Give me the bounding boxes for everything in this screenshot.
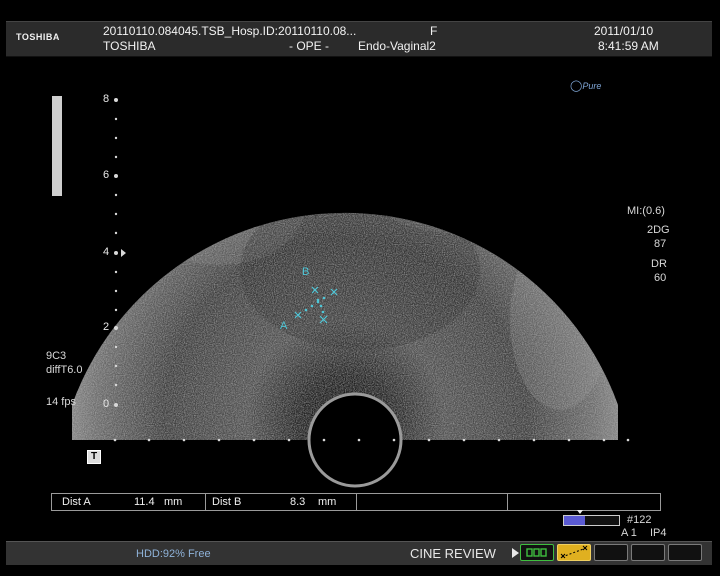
dynamic-range-label: DR xyxy=(651,258,667,270)
focus-marker xyxy=(121,249,126,257)
transducer-marker-icon: T xyxy=(87,450,101,464)
dist-a-cell: Dist A 11.4 mm xyxy=(52,494,206,510)
play-icon[interactable] xyxy=(512,548,519,558)
depth-label-2: 2 xyxy=(103,321,110,333)
dist-b-label: Dist B xyxy=(212,496,242,508)
status-bar: HDD:92% Free CINE REVIEW xyxy=(6,541,712,565)
cine-frame-number: #122 xyxy=(627,514,652,526)
function-button-2[interactable] xyxy=(631,544,665,561)
frames-icon xyxy=(526,548,547,557)
depth-label-4: 4 xyxy=(103,246,110,258)
dist-b-unit: mm xyxy=(318,496,337,508)
cine-a-label: A 1 xyxy=(621,527,637,539)
measurement-empty-cell xyxy=(508,494,659,510)
preset-name: diffT6.0 xyxy=(46,364,83,376)
cine-loop-button[interactable] xyxy=(520,544,554,561)
cine-position-marker-icon xyxy=(577,510,583,514)
gain-value: 87 xyxy=(654,238,667,250)
frame-rate: 14 fps xyxy=(46,396,76,408)
dist-b-cell: Dist B 8.3 mm xyxy=(206,494,357,510)
caliper-a-label: A xyxy=(280,320,288,332)
depth-label-6: 6 xyxy=(103,169,110,181)
imaging-mode: 2DG xyxy=(647,224,670,236)
dist-b-value: 8.3 xyxy=(290,496,306,508)
hdd-status: HDD:92% Free xyxy=(136,548,211,560)
probe-name: 9C3 xyxy=(46,350,67,362)
measurement-table: Dist A 11.4 mm Dist B 8.3 mm xyxy=(51,493,661,511)
caliper-tool-icon xyxy=(560,545,588,559)
measurement-empty-cell xyxy=(357,494,508,510)
depth-label-0: 0 xyxy=(103,398,110,410)
function-button-3[interactable] xyxy=(668,544,702,561)
grayscale-bar xyxy=(52,96,62,196)
cine-review-label: CINE REVIEW xyxy=(410,546,496,561)
dist-a-value: 11.4 xyxy=(134,496,155,508)
ultrasound-image xyxy=(52,96,630,488)
dist-a-unit: mm xyxy=(164,496,183,508)
cine-progress-bar[interactable] xyxy=(563,515,620,526)
caliper-b-label: B xyxy=(302,266,310,278)
cine-progress-fill xyxy=(564,516,585,525)
measure-tool-button[interactable] xyxy=(557,544,591,561)
dist-a-label: Dist A xyxy=(62,496,91,508)
depth-label-8: 8 xyxy=(103,93,110,105)
mechanical-index: MI:(0.6) xyxy=(627,205,665,217)
dynamic-range-value: 60 xyxy=(654,272,667,284)
cine-ip-label: IP4 xyxy=(650,527,667,539)
function-button-1[interactable] xyxy=(594,544,628,561)
